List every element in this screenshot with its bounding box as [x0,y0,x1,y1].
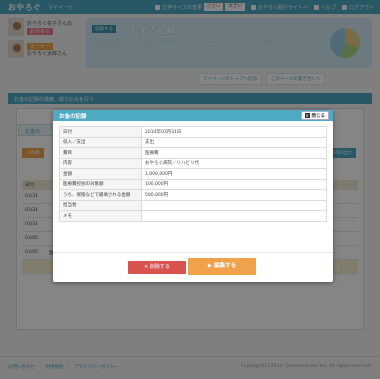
detail-value [141,210,327,222]
detail-value: 1,000,000円 [141,168,327,180]
close-icon: ✕ [304,113,310,118]
detail-key: 金額 [59,168,142,180]
close-button[interactable]: ✕ 閉じる [300,111,329,120]
detail-key: 費目 [59,147,142,159]
detail-key: 担当者 [59,199,142,211]
detail-value: 100,000円 [141,178,327,190]
detail-key: 日付 [59,126,142,138]
detail-key: 収入／支出 [59,136,142,148]
detail-key: 内容 [59,157,142,169]
record-detail-table: 日付 2014年03月31日 収入／支出 支出 費目 医療費 内容 おやろぐ病院／リハビリ代金… [59,126,327,222]
close-label: 閉じる [311,113,326,119]
detail-key: うち、保険などで補填される金額 [59,189,142,201]
modal-title: お金の記録 [59,114,87,120]
money-record-modal: お金の記録 ✕ 閉じる 日付 2014年03月31日 収入／支出 支出 費目 医療費 内容お… [53,110,333,282]
detail-row: うち、保険などで補填される金額 500,000円 [59,189,327,201]
detail-key: メモ [59,210,142,222]
edit-button[interactable]: ▶ 編集する [188,258,256,275]
detail-row: 収入／支出 支出 [59,136,327,148]
modal-footer: ✕ 削除する ▶ 編集する [53,252,333,282]
detail-row: 費目 医療費 [59,147,327,159]
detail-row: 内容 おやろぐ病院／リハビリ代 [59,157,327,169]
detail-row: 医療費控除の対象額 100,000円 [59,178,327,190]
detail-key: 医療費控除の対象額 [59,178,142,190]
detail-row: メモ [59,210,327,222]
detail-value: 医療費 [141,147,327,159]
detail-value [141,199,327,211]
detail-value: 500,000円 [141,189,327,201]
modal-header: お金の記録 ✕ 閉じる [53,110,333,121]
detail-row: 日付 2014年03月31日 [59,126,327,138]
detail-row: 担当者 [59,199,327,211]
delete-button[interactable]: ✕ 削除する [128,261,186,274]
detail-value: 2014年03月31日 [141,126,327,138]
detail-value: おやろぐ病院／リハビリ代 [141,157,327,169]
detail-value: 支出 [141,136,327,148]
detail-row: 金額 1,000,000円 [59,168,327,180]
